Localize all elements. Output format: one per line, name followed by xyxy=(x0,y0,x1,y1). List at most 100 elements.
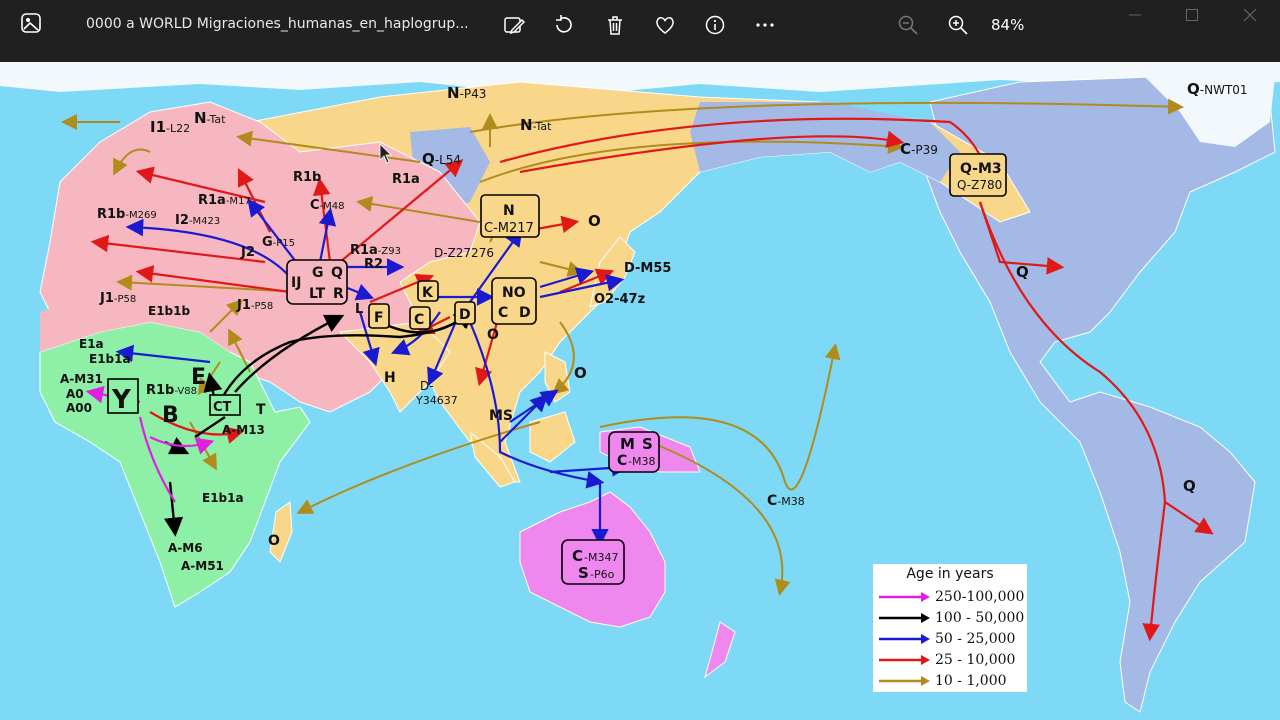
box-c-m347-sub: -M347 xyxy=(584,551,618,564)
legend-label: 50 - 25,000 xyxy=(935,631,1016,647)
legend-row: 250-100,000 xyxy=(877,587,1024,607)
label-d-z27276: D-Z27276 xyxy=(434,246,494,260)
label-r1a: R1a xyxy=(392,172,420,187)
label-c-m38-pacific: C-M38 xyxy=(767,493,805,509)
label-q-south-america: Q xyxy=(1183,477,1196,495)
legend-arrow-icon xyxy=(879,592,930,602)
label-e1a: E1a xyxy=(79,337,104,351)
box-n-line1: N xyxy=(503,203,515,219)
label-l: L xyxy=(355,302,363,317)
haplogroup-migration-map: Q-M3 Q-Z780 N C-M217 IJ G Q LT R K F C D… xyxy=(0,62,1280,713)
box-q-m3-line2: Q-Z780 xyxy=(957,178,1002,192)
label-j1-east: J1-P58 xyxy=(236,298,273,313)
label-c-m48: C-M48 xyxy=(310,198,345,213)
label-e1b1b: E1b1b xyxy=(148,304,190,318)
box-s-p6o-main: S xyxy=(578,564,589,582)
box-f-label: F xyxy=(374,310,384,326)
philippines xyxy=(544,351,571,403)
legend-row: 10 - 1,000 xyxy=(877,671,1007,691)
age-legend: Age in years 250-100,000 100 - 50,000 50… xyxy=(873,564,1027,692)
label-a00: A00 xyxy=(66,401,92,415)
label-a-m13: A-M13 xyxy=(222,423,265,437)
label-j1-west: J1-P58 xyxy=(99,291,136,306)
box-s-p6o-sub: -P6o xyxy=(590,568,615,581)
label-a-m6: A-M6 xyxy=(168,541,203,555)
legend-label: 100 - 50,000 xyxy=(935,610,1025,626)
window-title: 0000 a WORLD Migraciones_humanas_en_hapl… xyxy=(86,16,469,32)
box-c-m347-main: C xyxy=(572,547,583,565)
label-e1b1a-west: E1b1a xyxy=(89,352,131,366)
label-d-y34637-line2: Y34637 xyxy=(415,394,458,407)
label-n-p43: N-P43 xyxy=(447,84,486,102)
box-ij: IJ xyxy=(291,275,301,291)
legend-label: 250-100,000 xyxy=(935,589,1025,605)
legend-row: 50 - 25,000 xyxy=(877,629,1015,649)
box-y-label: Y xyxy=(111,385,132,415)
label-a-m51: A-M51 xyxy=(181,559,224,573)
photos-app-icon xyxy=(20,12,42,34)
label-r2: R2 xyxy=(364,257,383,272)
box-c-m38-main: C xyxy=(617,453,627,469)
legend-arrow-icon xyxy=(879,634,930,644)
label-d-y34637-line1: D- xyxy=(420,379,434,393)
box-s-label: S xyxy=(642,435,653,453)
box-no-c: C xyxy=(498,305,508,321)
label-q-north-america: Q xyxy=(1016,263,1029,281)
maximize-icon[interactable] xyxy=(1181,6,1203,24)
legend-row: 25 - 10,000 xyxy=(877,650,1015,670)
close-icon[interactable] xyxy=(1239,6,1261,24)
borneo xyxy=(529,411,576,463)
box-q-m3-line1: Q-M3 xyxy=(960,161,1002,177)
new-zealand xyxy=(704,621,736,679)
box-n-line2: C-M217 xyxy=(484,221,534,236)
label-r1b: R1b xyxy=(293,170,321,185)
info-icon[interactable] xyxy=(702,12,728,38)
label-h: H xyxy=(384,370,396,386)
box-lt: LT xyxy=(309,286,326,302)
box-ct-label: CT xyxy=(213,400,232,415)
label-r1a-m17: R1a-M17 xyxy=(198,193,251,208)
zoom-out-icon[interactable] xyxy=(895,12,921,38)
label-t: T xyxy=(256,402,266,418)
label-r1b-m269: R1b-M269 xyxy=(97,207,157,222)
legend-label: 25 - 10,000 xyxy=(935,652,1016,668)
label-g-p15: G-P15 xyxy=(262,235,295,250)
title-bar: 0000 a WORLD Migraciones_humanas_en_hapl… xyxy=(0,0,1280,62)
legend-row: 100 - 50,000 xyxy=(877,608,1024,628)
box-no-label: NO xyxy=(502,285,526,301)
label-o-philippines: O xyxy=(574,364,587,382)
label-a0: A0 xyxy=(66,387,84,401)
box-r: R xyxy=(333,286,344,302)
map-image-viewport[interactable]: Q-M3 Q-Z780 N C-M217 IJ G Q LT R K F C D… xyxy=(0,62,1280,720)
legend-label: 10 - 1,000 xyxy=(935,673,1007,689)
legend-arrow-icon xyxy=(879,676,930,686)
zoom-in-icon[interactable] xyxy=(945,12,971,38)
label-o2-47z: O2-47z xyxy=(594,292,645,307)
label-o-below-box: O xyxy=(487,327,499,343)
more-icon[interactable] xyxy=(752,12,778,38)
label-j2: J2 xyxy=(240,245,255,260)
label-b: B xyxy=(162,403,179,428)
label-q-nwt01: Q-NWT01 xyxy=(1187,80,1248,98)
box-k-label: K xyxy=(422,285,434,301)
label-i2-m423: I2-M423 xyxy=(175,213,220,228)
label-a-m31: A-M31 xyxy=(60,372,103,386)
label-c-p39: C-P39 xyxy=(900,140,938,158)
edit-image-icon[interactable] xyxy=(501,12,527,38)
label-e: E xyxy=(191,365,206,390)
label-o-north: O xyxy=(588,212,601,230)
label-q-l54: Q-L54 xyxy=(422,150,461,168)
zoom-level: 84% xyxy=(991,16,1025,34)
box-g: G xyxy=(312,265,324,281)
rotate-icon[interactable] xyxy=(551,12,577,38)
box-c-m38-sub: -M38 xyxy=(628,455,655,468)
box-no-d: D xyxy=(519,305,531,321)
favorite-heart-icon[interactable] xyxy=(652,12,678,38)
box-m-label: M xyxy=(620,435,635,453)
minimize-icon[interactable] xyxy=(1124,6,1146,24)
label-ms: MS xyxy=(489,408,513,424)
label-r1b-v88: R1b-V88 xyxy=(146,383,197,398)
legend-arrow-icon xyxy=(879,613,930,623)
box-q: Q xyxy=(331,265,343,281)
delete-icon[interactable] xyxy=(602,12,628,38)
